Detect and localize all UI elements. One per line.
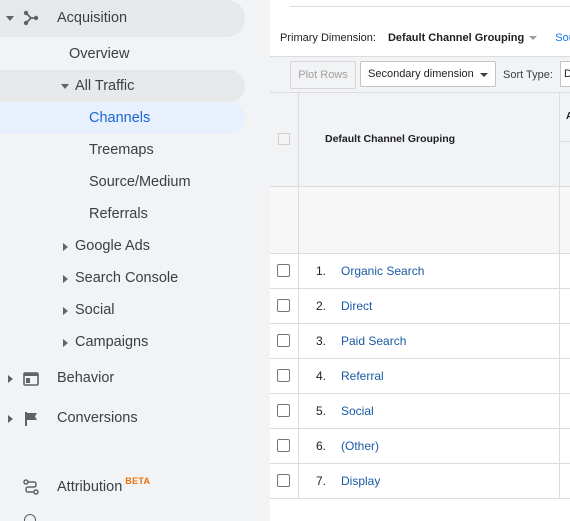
acquisition-icon bbox=[23, 10, 39, 26]
column-divider bbox=[559, 289, 560, 324]
sidebar-item-label: Treemaps bbox=[89, 142, 154, 158]
attribution-icon bbox=[23, 479, 39, 495]
column-divider bbox=[559, 187, 560, 254]
divider bbox=[290, 6, 570, 7]
source-dimension-link[interactable]: Sourc bbox=[555, 32, 570, 44]
secondary-dimension-dropdown[interactable]: Secondary dimension bbox=[360, 61, 496, 87]
table-row: 2. Direct bbox=[270, 289, 570, 324]
behavior-icon bbox=[23, 371, 39, 387]
column-divider bbox=[559, 394, 560, 429]
column-divider bbox=[298, 464, 299, 499]
sidebar-item-label: Overview bbox=[69, 46, 130, 62]
column-divider bbox=[298, 429, 299, 464]
row-checkbox[interactable] bbox=[277, 474, 290, 487]
chevron-right-icon bbox=[63, 339, 68, 347]
sidebar-item-acquisition[interactable]: Acquisition bbox=[0, 0, 245, 37]
row-number: 5. bbox=[316, 404, 327, 418]
sidebar-item-channels[interactable]: Channels bbox=[0, 102, 245, 134]
column-divider bbox=[298, 324, 299, 359]
sort-type-select[interactable]: D bbox=[560, 61, 570, 87]
primary-dimension-value[interactable]: Default Channel Grouping bbox=[388, 32, 524, 44]
chevron-right-icon bbox=[63, 275, 68, 283]
primary-dimension-bar: Primary Dimension: Default Channel Group… bbox=[280, 32, 570, 44]
row-checkbox[interactable] bbox=[277, 264, 290, 277]
row-checkbox[interactable] bbox=[277, 404, 290, 417]
sidebar-item-label: Channels bbox=[89, 110, 151, 126]
summary-row bbox=[270, 187, 570, 254]
table-row: 3. Paid Search bbox=[270, 324, 570, 359]
channel-link[interactable]: Paid Search bbox=[341, 334, 406, 348]
row-number: 2. bbox=[316, 299, 327, 313]
row-number: 1. bbox=[316, 264, 327, 278]
chevron-right-icon bbox=[63, 307, 68, 315]
column-divider bbox=[559, 359, 560, 394]
secondary-dimension-label: Secondary dimension bbox=[368, 68, 474, 80]
column-divider bbox=[559, 464, 560, 499]
sidebar-item-label: Acquisition bbox=[57, 10, 128, 26]
sidebar: Acquisition Overview All Traffic Channel… bbox=[0, 0, 270, 521]
select-all-checkbox[interactable] bbox=[278, 133, 290, 145]
chevron-right-icon bbox=[63, 243, 68, 251]
channel-link[interactable]: Display bbox=[341, 474, 380, 488]
channel-link[interactable]: Referral bbox=[341, 369, 384, 383]
sidebar-item-label: Source/Medium bbox=[89, 174, 191, 190]
sidebar-item-label: All Traffic bbox=[75, 78, 135, 94]
sidebar-item-label: Campaigns bbox=[75, 334, 149, 350]
chevron-down-icon bbox=[61, 84, 69, 89]
sidebar-item-label: Referrals bbox=[89, 206, 148, 222]
chevron-right-icon bbox=[8, 415, 13, 423]
row-number: 6. bbox=[316, 439, 327, 453]
column-divider bbox=[298, 187, 299, 254]
row-number: 7. bbox=[316, 474, 327, 488]
sidebar-item-label: Search Console bbox=[75, 270, 179, 286]
channel-link[interactable]: (Other) bbox=[341, 439, 379, 453]
channel-link[interactable]: Direct bbox=[341, 299, 372, 313]
sidebar-item-label: Google Ads bbox=[75, 238, 150, 254]
channel-link[interactable]: Organic Search bbox=[341, 264, 424, 278]
row-checkbox[interactable] bbox=[277, 439, 290, 452]
sidebar-item-all-traffic[interactable]: All Traffic bbox=[0, 70, 245, 102]
column-divider bbox=[298, 289, 299, 324]
table-toolbar: Plot Rows Secondary dimension Sort Type:… bbox=[270, 56, 570, 93]
sidebar-item-label: Attribution BETA bbox=[57, 476, 151, 495]
chevron-down-icon bbox=[6, 16, 14, 21]
flag-icon bbox=[24, 411, 40, 427]
channel-link[interactable]: Social bbox=[341, 404, 374, 418]
row-checkbox[interactable] bbox=[277, 299, 290, 312]
sidebar-item-label: Social bbox=[75, 302, 115, 318]
report-area: Primary Dimension: Default Channel Group… bbox=[270, 0, 570, 521]
caret-down-icon[interactable] bbox=[529, 36, 538, 40]
sort-type-label: Sort Type: bbox=[503, 69, 553, 81]
partial-icon bbox=[24, 514, 36, 521]
column-divider bbox=[559, 324, 560, 359]
column-divider bbox=[298, 394, 299, 429]
table-row: 1. Organic Search bbox=[270, 254, 570, 289]
primary-dimension-label: Primary Dimension: bbox=[280, 32, 376, 44]
plot-rows-button[interactable]: Plot Rows bbox=[290, 61, 356, 89]
attribution-label: Attribution bbox=[57, 479, 123, 495]
table-row: 4. Referral bbox=[270, 359, 570, 394]
column-divider bbox=[298, 93, 299, 188]
table-row: 6. (Other) bbox=[270, 429, 570, 464]
row-number: 4. bbox=[316, 369, 327, 383]
chevron-right-icon bbox=[8, 375, 13, 383]
column-divider bbox=[559, 429, 560, 464]
column-header-default-channel-grouping[interactable]: Default Channel Grouping bbox=[325, 133, 455, 145]
beta-badge: BETA bbox=[125, 476, 151, 486]
table-row: 7. Display bbox=[270, 464, 570, 499]
table-row: 5. Social bbox=[270, 394, 570, 429]
table-header: Default Channel Grouping A bbox=[270, 92, 570, 188]
row-number: 3. bbox=[316, 334, 327, 348]
column-divider bbox=[298, 359, 299, 394]
caret-down-icon bbox=[480, 73, 488, 77]
column-header-partial: A bbox=[566, 111, 570, 122]
column-divider bbox=[559, 254, 560, 289]
column-divider bbox=[298, 254, 299, 289]
sidebar-item-label: Behavior bbox=[57, 370, 115, 386]
sidebar-item-label: Conversions bbox=[57, 410, 138, 426]
row-checkbox[interactable] bbox=[277, 369, 290, 382]
row-checkbox[interactable] bbox=[277, 334, 290, 347]
